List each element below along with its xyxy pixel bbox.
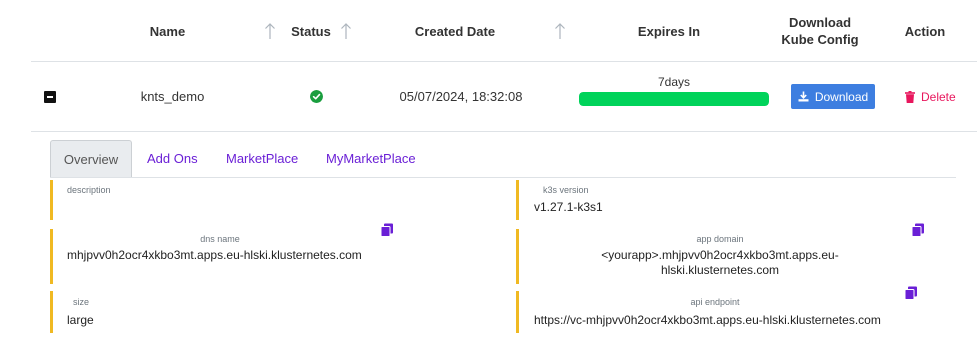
copy-api-endpoint-icon[interactable] xyxy=(904,286,918,300)
collapse-row-icon[interactable] xyxy=(44,91,56,103)
app-domain-value-line1: <yourapp>.mhjpvv0h2ocr4xkbo3mt.apps.eu- xyxy=(601,248,839,262)
tab-mymarketplace[interactable]: MyMarketPlace xyxy=(326,140,416,177)
delete-button[interactable]: Delete xyxy=(905,89,956,105)
dns-name-label: dns name xyxy=(200,234,240,244)
header-action: Action xyxy=(904,23,946,39)
detail-tabs: Overview Add Ons MarketPlace MyMarketPla… xyxy=(50,140,956,178)
description-label: description xyxy=(67,185,111,195)
expires-in-label: 7days xyxy=(657,75,691,89)
sort-status-arrow-icon[interactable] xyxy=(340,22,352,40)
tab-add-ons[interactable]: Add Ons xyxy=(147,140,198,177)
cluster-name: knts_demo xyxy=(140,89,205,104)
header-name[interactable]: Name xyxy=(130,0,205,62)
header-download-kube-config: Download Kube Config xyxy=(770,0,870,62)
tab-marketplace[interactable]: MarketPlace xyxy=(226,140,298,177)
header-status[interactable]: Status xyxy=(285,0,337,62)
trash-icon xyxy=(905,91,915,103)
header-created-date[interactable]: Created Date xyxy=(400,0,510,62)
expiry-progress-bar xyxy=(579,92,769,106)
created-date: 05/07/2024, 18:32:08 xyxy=(399,89,523,104)
download-button-label: Download xyxy=(814,89,869,104)
app-domain-value-line2: hlski.klusternetes.com xyxy=(660,263,780,277)
expiry-progress-fill xyxy=(579,92,769,106)
header-expires-in: Expires In xyxy=(637,23,701,39)
size-card xyxy=(50,291,450,333)
header-download-line2: Kube Config xyxy=(781,32,859,47)
header-download-line1: Download xyxy=(788,15,852,30)
size-value: large xyxy=(67,313,94,327)
dns-name-value: mhjpvv0h2ocr4xkbo3mt.apps.eu-hlski.klust… xyxy=(67,248,362,262)
sort-created-arrow-icon[interactable] xyxy=(554,22,566,40)
copy-dns-name-icon[interactable] xyxy=(380,223,394,237)
api-endpoint-value: https://vc-mhjpvv0h2ocr4xkbo3mt.apps.eu-… xyxy=(534,313,881,327)
app-domain-value: <yourapp>.mhjpvv0h2ocr4xkbo3mt.apps.eu- … xyxy=(585,248,855,278)
tab-overview[interactable]: Overview xyxy=(50,140,132,177)
download-icon xyxy=(798,91,809,102)
app-domain-label: app domain xyxy=(696,234,744,244)
status-check-circle-icon xyxy=(310,90,323,103)
sort-name-arrow-icon[interactable] xyxy=(264,22,276,40)
k3s-version-label: k3s version xyxy=(543,185,589,195)
size-label: size xyxy=(73,297,90,307)
k3s-version-value: v1.27.1-k3s1 xyxy=(534,200,603,214)
api-endpoint-label: api endpoint xyxy=(690,297,740,307)
copy-app-domain-icon[interactable] xyxy=(911,223,925,237)
download-kube-config-button[interactable]: Download xyxy=(791,84,875,109)
delete-button-label: Delete xyxy=(921,90,956,104)
